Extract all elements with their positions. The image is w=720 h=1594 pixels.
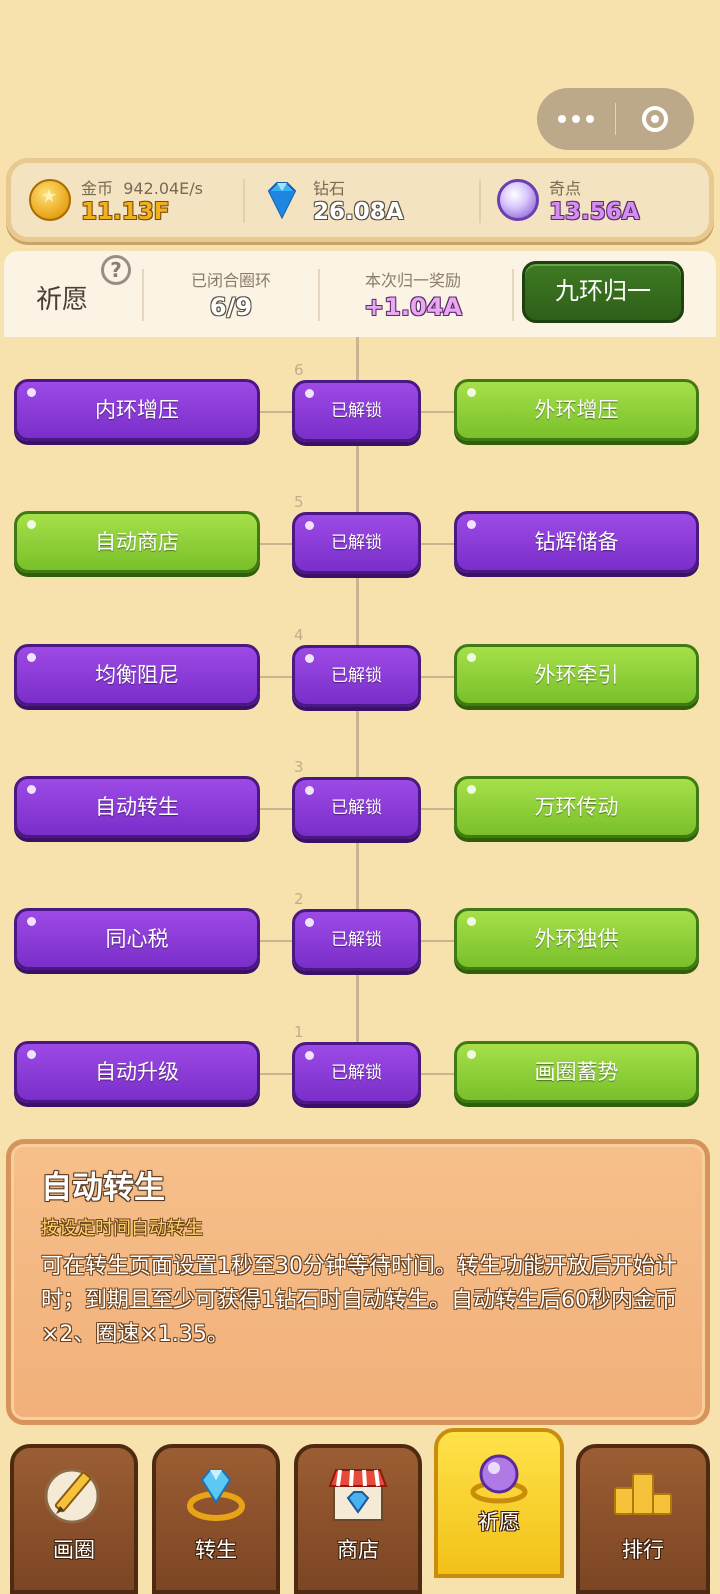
wish-header: 祈愿 ? 已闭合圈环 6/9 本次归一奖励 +1.04A 九环归一 — [4, 251, 716, 337]
coin-currency: 金币 942.04E/s 11.13F — [29, 171, 239, 233]
skill-node-right[interactable]: 画圈蓄势 — [454, 1041, 699, 1103]
reward-value: +1.04A — [364, 293, 462, 321]
tab-rebirth[interactable]: 转生 — [152, 1444, 280, 1594]
skill-node-right[interactable]: 万环传动 — [454, 776, 699, 838]
skill-node-right[interactable]: 钻辉储备 — [454, 511, 699, 573]
diamond-label: 钻石 — [313, 179, 346, 198]
nine-rings-unify-button[interactable]: 九环归一 — [522, 261, 684, 323]
unlocked-badge[interactable]: 已解锁 — [292, 512, 421, 574]
tab-draw-label: 画圈 — [53, 1538, 95, 1562]
tab-wish-label: 祈愿 — [478, 1510, 520, 1534]
skill-node-left[interactable]: 内环增压 — [14, 379, 260, 441]
tab-rebirth-label: 转生 — [195, 1538, 237, 1562]
bottom-nav: 画圈 转生 商店 祈愿 排行 — [0, 1428, 720, 1594]
crystal-orb-icon — [470, 1454, 528, 1504]
skill-node-left[interactable]: 同心税 — [14, 908, 260, 970]
coin-rate: 942.04E/s — [123, 179, 204, 198]
unlocked-badge[interactable]: 已解锁 — [292, 645, 421, 707]
unlocked-badge[interactable]: 已解锁 — [292, 380, 421, 442]
skill-node-left[interactable]: 自动商店 — [14, 511, 260, 573]
odd-point-orb-icon — [497, 179, 539, 221]
help-icon[interactable]: ? — [101, 255, 131, 285]
coin-value: 11.13F — [81, 199, 170, 225]
skill-node-left[interactable]: 自动转生 — [14, 776, 260, 838]
skill-node-right[interactable]: 外环独供 — [454, 908, 699, 970]
shop-icon — [328, 1469, 388, 1521]
level-number: 2 — [294, 890, 304, 908]
odd-point-label: 奇点 — [549, 179, 582, 198]
skill-node-left[interactable]: 自动升级 — [14, 1041, 260, 1103]
tab-shop[interactable]: 商店 — [294, 1444, 422, 1594]
coin-icon — [29, 179, 71, 221]
page-title: 祈愿 — [36, 285, 89, 315]
tab-draw[interactable]: 画圈 — [10, 1444, 138, 1594]
unlocked-badge[interactable]: 已解锁 — [292, 777, 421, 839]
wish-skill-tree: 6 内环增压 已解锁 外环增压 5 自动商店 已解锁 钻辉储备 4 均衡阻尼 已… — [0, 337, 720, 1107]
skill-node-right[interactable]: 外环增压 — [454, 379, 699, 441]
skill-detail-title: 自动转生 — [41, 1170, 165, 1206]
diamond-icon — [267, 182, 297, 220]
skill-node-left[interactable]: 均衡阻尼 — [14, 644, 260, 706]
podium-icon — [614, 1473, 672, 1515]
header-divider — [318, 269, 320, 321]
header-divider — [512, 269, 514, 321]
tab-rank[interactable]: 排行 — [576, 1444, 710, 1594]
more-menu-icon[interactable] — [537, 115, 615, 123]
diamond-ring-icon — [187, 1469, 245, 1521]
close-miniprogram-icon[interactable] — [616, 106, 694, 132]
currency-divider — [479, 179, 481, 223]
skill-detail-subtitle: 按设定时间自动转生 — [41, 1218, 203, 1239]
diamond-value: 26.08A — [313, 199, 404, 225]
skill-detail-description: 可在转生页面设置1秒至30分钟等待时间。转生功能开放后开始计时；到期且至少可获得… — [41, 1254, 677, 1347]
pencil-plate-icon — [44, 1468, 100, 1524]
unlocked-badge[interactable]: 已解锁 — [292, 1042, 421, 1104]
closed-rings-value: 6/9 — [209, 293, 253, 321]
level-number: 3 — [294, 758, 304, 776]
currency-divider — [243, 179, 245, 223]
skill-node-right[interactable]: 外环牵引 — [454, 644, 699, 706]
diamond-currency: 钻石 26.08A — [261, 171, 471, 233]
level-number: 1 — [294, 1023, 304, 1041]
tab-rank-label: 排行 — [622, 1538, 664, 1562]
level-number: 6 — [294, 361, 304, 379]
closed-rings-label: 已闭合圈环 — [190, 271, 271, 290]
tab-shop-label: 商店 — [337, 1538, 379, 1562]
reward-label: 本次归一奖励 — [364, 271, 461, 290]
miniprogram-capsule — [537, 88, 694, 150]
currency-bar: 金币 942.04E/s 11.13F 钻石 26.08A 奇点 13.56A — [6, 158, 714, 242]
unlocked-badge[interactable]: 已解锁 — [292, 909, 421, 971]
level-number: 5 — [294, 493, 304, 511]
coin-label: 金币 942.04E/s — [81, 179, 204, 198]
odd-point-currency: 奇点 13.56A — [497, 171, 697, 233]
skill-detail-panel: 自动转生 按设定时间自动转生 可在转生页面设置1秒至30分钟等待时间。转生功能开… — [6, 1139, 710, 1425]
header-divider — [142, 269, 144, 321]
level-number: 4 — [294, 626, 304, 644]
odd-point-value: 13.56A — [549, 199, 640, 225]
tab-wish[interactable]: 祈愿 — [434, 1428, 564, 1578]
